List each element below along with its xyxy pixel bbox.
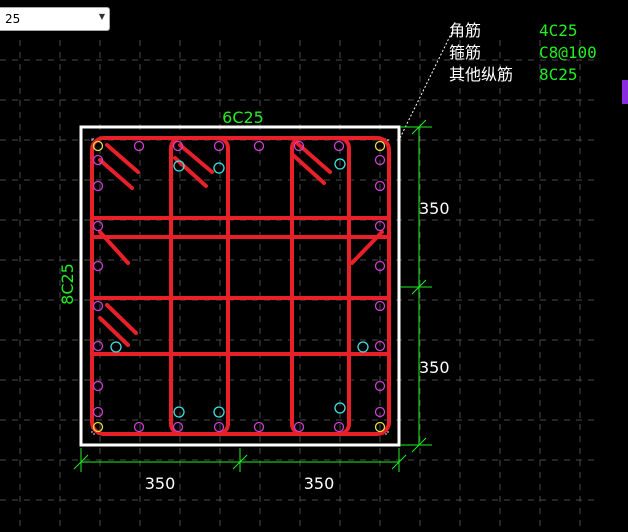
dim-bottom-right[interactable]: 350 (304, 474, 335, 493)
legend-row-corner: 角筋 4C25 (449, 20, 597, 42)
side-bars-label[interactable]: 8C25 (58, 263, 77, 305)
rebar[interactable] (133, 140, 145, 152)
rebar[interactable] (333, 140, 345, 152)
dim-bottom-left[interactable]: 350 (145, 474, 176, 493)
rebar[interactable] (213, 162, 225, 174)
rebar[interactable] (110, 341, 122, 353)
dim-right-upper[interactable]: 350 (419, 199, 450, 218)
top-bars-label[interactable]: 6C25 (222, 108, 264, 127)
rebar[interactable] (357, 341, 369, 353)
rebar[interactable] (173, 406, 185, 418)
rebar[interactable] (213, 421, 225, 433)
rebar[interactable] (213, 406, 225, 418)
legend-label: 角筋 (449, 21, 482, 40)
legend-label: 箍筋 (449, 43, 482, 62)
legend-leader-line (399, 31, 453, 139)
combo-value: 25 (5, 12, 21, 26)
outer-stirrup[interactable] (90, 136, 391, 436)
rebar[interactable] (172, 421, 184, 433)
rebar[interactable] (133, 421, 145, 433)
hook (291, 153, 326, 185)
legend-row-stirrup: 箍筋 C8@100 (449, 42, 597, 64)
legend-label: 其他纵筋 (449, 65, 514, 84)
legend-value[interactable]: 4C25 (539, 20, 578, 42)
rebars[interactable] (92, 140, 386, 433)
section-outline[interactable] (79, 125, 401, 447)
rebar[interactable] (92, 380, 104, 392)
rebar[interactable] (293, 421, 305, 433)
dim-right-lower[interactable]: 350 (419, 358, 450, 377)
rebar[interactable] (333, 421, 345, 433)
legend-row-other: 其他纵筋 8C25 (449, 64, 597, 86)
rebar[interactable] (92, 260, 104, 272)
rebar[interactable] (213, 140, 225, 152)
rebar[interactable] (92, 340, 104, 352)
dimension-right[interactable] (400, 119, 432, 453)
rebar[interactable] (253, 421, 265, 433)
layer-combo[interactable]: 25 ▼ (0, 7, 110, 31)
rebar[interactable] (92, 180, 104, 192)
side-panel-marker[interactable] (622, 80, 628, 104)
legend-value[interactable]: 8C25 (539, 64, 578, 86)
legend-value[interactable]: C8@100 (539, 42, 597, 64)
rebar[interactable] (92, 300, 104, 312)
rebar-legend: 角筋 4C25 箍筋 C8@100 其他纵筋 8C25 (449, 20, 597, 86)
corner-rebar[interactable] (92, 140, 104, 152)
stirrups[interactable] (90, 136, 391, 436)
rebar[interactable] (253, 140, 265, 152)
cover-line (91, 138, 389, 435)
rebar[interactable] (92, 220, 104, 232)
chevron-down-icon[interactable]: ▼ (99, 12, 105, 21)
rebar[interactable] (92, 406, 104, 418)
